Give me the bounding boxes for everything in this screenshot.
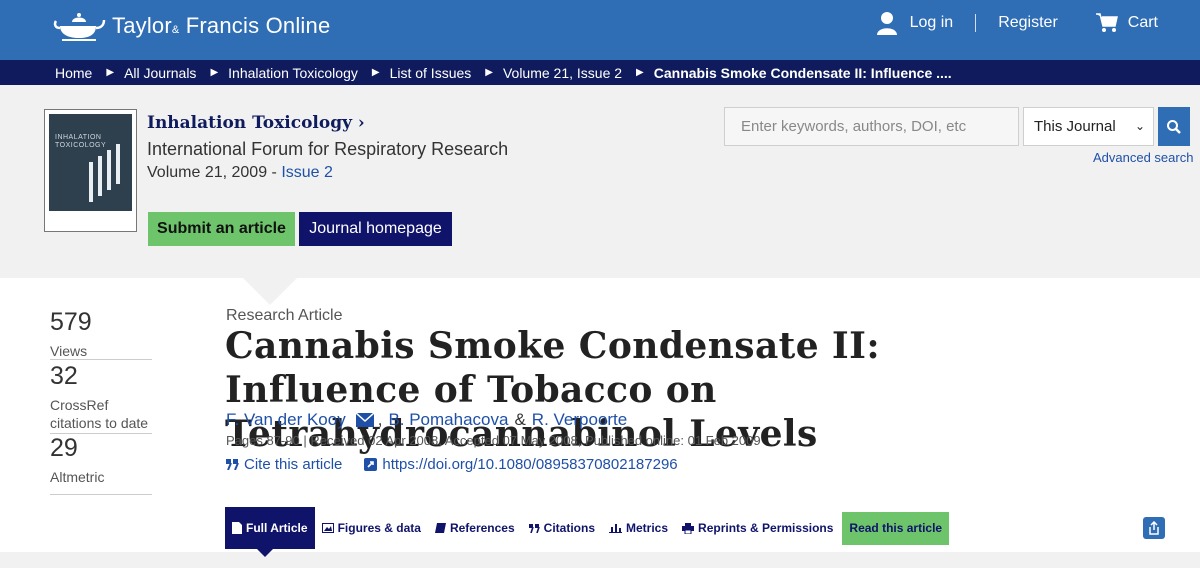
tab-label: Citations: [543, 521, 595, 535]
journal-cover[interactable]: INHALATION TOXICOLOGY: [44, 109, 137, 232]
quote-icon: [226, 459, 239, 470]
breadcrumb-volume[interactable]: Volume 21, Issue 2: [503, 65, 622, 81]
tab-label: Metrics: [626, 521, 669, 535]
register-link[interactable]: Register: [998, 14, 1058, 32]
tab-reprints[interactable]: Reprints & Permissions: [675, 507, 840, 549]
author-separator: ,: [377, 410, 383, 429]
tab-metrics[interactable]: Metrics: [602, 507, 675, 549]
envelope-icon[interactable]: [355, 413, 374, 427]
tab-references[interactable]: References: [428, 507, 522, 549]
article-links: Cite this article https://doi.org/10.108…: [226, 456, 678, 473]
advanced-search-link[interactable]: Advanced search: [1093, 150, 1193, 165]
account-links: Log in Register Cart: [876, 0, 1158, 46]
tab-label: References: [449, 521, 515, 535]
external-link-icon: [364, 458, 378, 471]
share-button[interactable]: [1143, 517, 1165, 539]
logo-text: Taylor& Francis Online: [112, 13, 331, 38]
top-bar: Taylor& Francis Online Log in Register C…: [0, 0, 1200, 60]
search-button[interactable]: [1158, 107, 1190, 146]
breadcrumb-arrow-icon: ▶: [485, 67, 493, 78]
issue-link[interactable]: Issue 2: [281, 164, 333, 181]
user-icon: [876, 12, 897, 35]
quote-icon: [528, 523, 540, 533]
views-label: Views: [50, 343, 88, 359]
search-input[interactable]: Enter keywords, authors, DOI, etc: [724, 107, 1019, 146]
printer-icon: [682, 522, 695, 534]
author-list: F. Van der Kooy , B. Pomahacova & R. Ver…: [226, 410, 627, 430]
article-dates: Pages 87-90 | Received 02 Apr 2008, Acce…: [226, 433, 761, 448]
cover-footer: [49, 211, 132, 227]
read-article-button[interactable]: Read this article: [842, 511, 950, 545]
doi-link[interactable]: https://doi.org/10.1080/0895837080218729…: [382, 456, 677, 473]
tab-citations[interactable]: Citations: [522, 507, 602, 549]
login-label: Log in: [909, 14, 954, 31]
crossref-count: 32: [50, 362, 78, 390]
journal-volume: Volume 21, 2009 - Issue 2: [147, 164, 333, 181]
journal-subtitle: International Forum for Respiratory Rese…: [147, 139, 509, 159]
divider: [975, 14, 977, 32]
divider: [50, 494, 152, 495]
journal-title[interactable]: Inhalation Toxicology ›: [147, 113, 365, 133]
breadcrumb-arrow-icon: ▶: [106, 67, 115, 78]
login-link[interactable]: Log in: [876, 11, 954, 35]
views-count: 579: [50, 308, 92, 336]
site-logo[interactable]: Taylor& Francis Online: [52, 8, 330, 44]
breadcrumb-all-journals[interactable]: All Journals: [124, 65, 196, 81]
document-icon: [232, 522, 242, 534]
article-tabs: Full Article Figures & data References C…: [225, 507, 950, 549]
breadcrumb-issues[interactable]: List of Issues: [390, 65, 472, 81]
author-link[interactable]: F. Van der Kooy: [226, 410, 346, 430]
tab-label: Reprints & Permissions: [698, 521, 834, 535]
book-icon: [434, 523, 446, 533]
article-type: Research Article: [226, 307, 343, 324]
active-tab-notch: [257, 549, 273, 557]
search-scope-value: This Journal: [1034, 118, 1116, 135]
tab-full-article[interactable]: Full Article: [225, 507, 315, 549]
cite-article-link[interactable]: Cite this article: [244, 456, 342, 473]
search-icon: [1167, 119, 1181, 134]
breadcrumb: Home ▶ All Journals ▶ Inhalation Toxicol…: [0, 60, 1200, 85]
cover-art: INHALATION TOXICOLOGY: [49, 114, 132, 227]
cart-link[interactable]: Cart: [1095, 13, 1158, 33]
submit-article-button[interactable]: Submit an article: [148, 212, 295, 246]
breadcrumb-arrow-icon: ▶: [636, 67, 644, 78]
search-scope-select[interactable]: This Journal ⌄: [1023, 107, 1154, 146]
cover-title: INHALATION TOXICOLOGY: [55, 134, 107, 149]
breadcrumb-arrow-icon: ▶: [210, 67, 219, 78]
chevron-down-icon: ⌄: [1134, 119, 1145, 133]
register-label: Register: [998, 14, 1058, 31]
altmetric-count: 29: [50, 434, 78, 462]
teapot-logo-icon: [53, 13, 106, 41]
crossref-label: CrossRef citations to date: [50, 397, 149, 431]
tab-label: Figures & data: [337, 521, 421, 535]
share-icon: [1149, 521, 1159, 535]
breadcrumb-current: Cannabis Smoke Condensate II: Influence …: [653, 64, 952, 81]
cart-label: Cart: [1127, 14, 1158, 31]
divider: [50, 359, 152, 360]
breadcrumb-journal[interactable]: Inhalation Toxicology: [228, 65, 358, 81]
tab-label: Full Article: [246, 521, 308, 535]
breadcrumb-home[interactable]: Home: [55, 65, 92, 81]
tab-label: Read this article: [849, 521, 943, 535]
image-icon: [321, 523, 334, 533]
journal-homepage-button[interactable]: Journal homepage: [299, 212, 452, 246]
tab-underline-strip: [0, 552, 1200, 568]
author-link[interactable]: B. Pomahacova: [388, 410, 508, 430]
altmetric-label: Altmetric: [50, 469, 105, 485]
tab-figures[interactable]: Figures & data: [315, 507, 428, 549]
author-separator: &: [514, 410, 526, 429]
breadcrumb-arrow-icon: ▶: [371, 67, 380, 78]
bar-chart-icon: [609, 523, 622, 533]
cart-icon: [1095, 13, 1118, 32]
header-notch: [242, 277, 298, 305]
author-link[interactable]: R. Verpoorte: [532, 410, 627, 430]
